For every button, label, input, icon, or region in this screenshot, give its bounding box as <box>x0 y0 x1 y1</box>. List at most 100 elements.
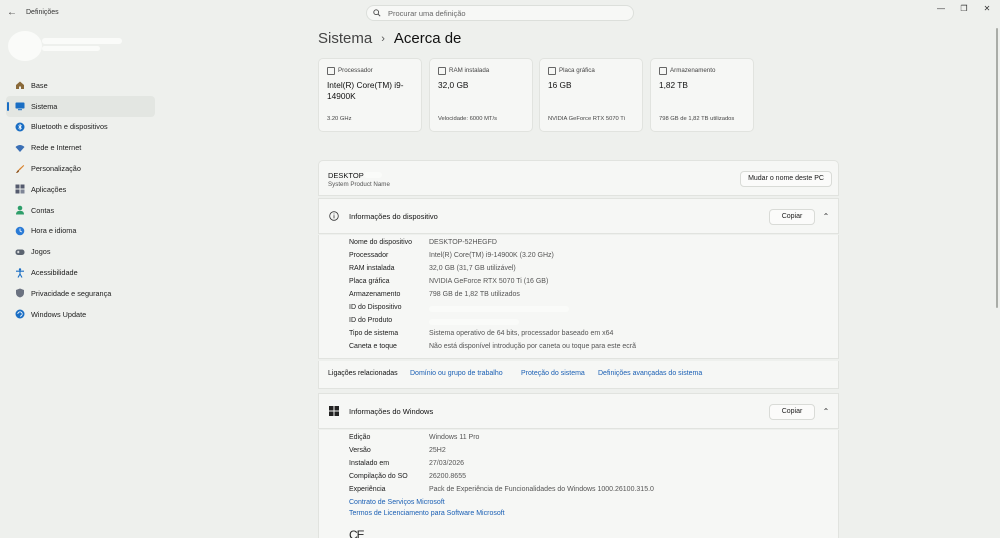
windows-info-title: Informações do Windows <box>349 407 434 416</box>
search-placeholder: Procurar uma definição <box>388 9 466 18</box>
device-info-title: Informações do dispositivo <box>349 212 438 221</box>
device-model: System Product Name <box>328 181 390 188</box>
spec-card-label: Placa gráfica <box>559 67 595 74</box>
spec-card-value: 16 GB <box>548 80 572 90</box>
app-title: Definições <box>26 9 59 16</box>
apps-icon <box>14 184 25 195</box>
person-icon <box>14 205 25 216</box>
sidebar-item-privacidade[interactable]: Privacidade e segurança <box>6 283 155 304</box>
sidebar-item-label: Hora e idioma <box>31 226 77 236</box>
spec-card-sub: 798 GB de 1,82 TB utilizados <box>659 116 735 122</box>
sidebar-item-acessibilidade[interactable]: Acessibilidade <box>6 262 155 283</box>
sidebar-item-personalizacao[interactable]: Personalização <box>6 158 155 179</box>
sidebar-item-label: Jogos <box>31 247 51 257</box>
windows-info-row: Edição Windows 11 Pro <box>349 434 480 441</box>
related-links-bar: Ligações relacionadas Domínio ou grupo d… <box>318 361 839 389</box>
gpu-icon <box>548 67 556 75</box>
title-bar: ← Definições Procurar uma definição — ❐ … <box>0 0 1000 26</box>
windows-info-header[interactable]: Informações do Windows Copiar ⌃ <box>318 393 839 429</box>
shield-icon <box>14 288 25 299</box>
sidebar-item-label: Personalização <box>31 164 81 174</box>
memory-icon <box>438 67 446 75</box>
sidebar-item-hora-idioma[interactable]: Hora e idioma <box>6 221 155 242</box>
sidebar-item-windows-update[interactable]: Windows Update <box>6 304 155 325</box>
device-info-row: Nome do dispositivo DESKTOP-52HEGFD <box>349 239 497 246</box>
gamepad-icon <box>14 246 25 257</box>
rename-pc-button[interactable]: Mudar o nome deste PC <box>740 171 832 187</box>
device-name: DESKTOP <box>328 171 364 180</box>
windows-info-row: Instalado em 27/03/2026 <box>349 460 465 467</box>
sidebar-item-aplicacoes[interactable]: Aplicações <box>6 179 155 200</box>
spec-card-sub: 3.20 GHz <box>327 116 352 122</box>
sidebar-item-rede[interactable]: Rede e Internet <box>6 137 155 158</box>
close-button[interactable]: ✕ <box>980 3 994 15</box>
domain-workgroup-link[interactable]: Domínio ou grupo de trabalho <box>410 370 503 377</box>
chevron-up-icon[interactable]: ⌃ <box>820 211 832 223</box>
storage-icon <box>659 67 667 75</box>
product-id-redacted <box>429 319 519 325</box>
spec-card-processor: Processador Intel(R) Core(TM) i9-14900K … <box>318 58 422 132</box>
sidebar-item-label: Bluetooth e dispositivos <box>31 122 108 132</box>
avatar[interactable] <box>8 31 42 61</box>
spec-card-label: RAM instalada <box>449 67 490 74</box>
device-info-header[interactable]: Informações do dispositivo Copiar ⌃ <box>318 198 839 234</box>
device-info-row: Placa gráfica NVIDIA GeForce RTX 5070 Ti … <box>349 278 549 285</box>
processor-icon <box>327 67 335 75</box>
sidebar-nav: Base Sistema Bluetooth e dispositivos Re… <box>6 75 155 325</box>
system-protection-link[interactable]: Proteção do sistema <box>521 370 585 377</box>
spec-card-gpu: Placa gráfica 16 GB NVIDIA GeForce RTX 5… <box>539 58 643 132</box>
sidebar-item-label: Sistema <box>31 101 58 111</box>
device-info-row: Processador Intel(R) Core(TM) i9-14900K (… <box>349 252 554 259</box>
back-arrow-icon[interactable]: ← <box>6 7 18 19</box>
spec-card-value: Intel(R) Core(TM) i9-14900K <box>327 80 404 101</box>
sidebar-item-jogos[interactable]: Jogos <box>6 241 155 262</box>
sidebar-item-contas[interactable]: Contas <box>6 200 155 221</box>
microsoft-license-terms-link[interactable]: Termos de Licenciamento para Software Mi… <box>349 510 505 517</box>
wifi-icon <box>14 142 25 153</box>
sidebar-item-base[interactable]: Base <box>6 75 155 96</box>
search-input[interactable]: Procurar uma definição <box>366 5 634 21</box>
device-info-row: ID do Produto <box>349 317 393 324</box>
scrollbar-thumb[interactable] <box>996 28 998 308</box>
device-info-row: ID do Dispositivo <box>349 304 402 311</box>
spec-card-storage: Armazenamento 1,82 TB 798 GB de 1,82 TB … <box>650 58 754 132</box>
sidebar-item-label: Contas <box>31 205 55 215</box>
account-name-redacted <box>42 38 122 44</box>
brush-icon <box>14 163 25 174</box>
ce-mark: CE <box>349 528 365 538</box>
chevron-up-icon[interactable]: ⌃ <box>820 406 832 418</box>
account-email-redacted <box>42 46 100 51</box>
sidebar-item-bluetooth[interactable]: Bluetooth e dispositivos <box>6 117 155 138</box>
windows-info-row: Versão 25H2 <box>349 447 446 454</box>
device-name-redacted <box>364 172 382 178</box>
device-info-row: Caneta e toque Não está disponível introd… <box>349 343 637 350</box>
breadcrumb-parent-link[interactable]: Sistema <box>318 30 372 47</box>
minimize-button[interactable]: — <box>934 3 948 15</box>
info-icon <box>329 211 339 221</box>
related-links-label: Ligações relacionadas <box>328 370 398 377</box>
spec-card-sub: Velocidade: 6000 MT/s <box>438 116 497 122</box>
windows-info-row: Compilação do SO 26200.8655 <box>349 473 466 480</box>
spec-card-value: 1,82 TB <box>659 80 688 90</box>
advanced-system-settings-link[interactable]: Definições avançadas do sistema <box>598 370 702 377</box>
spec-card-label: Armazenamento <box>670 67 716 74</box>
sidebar-item-label: Rede e Internet <box>31 143 82 153</box>
device-info-row: Armazenamento 798 GB de 1,82 TB utilizado… <box>349 291 520 298</box>
microsoft-services-agreement-link[interactable]: Contrato de Serviços Microsoft <box>349 499 445 506</box>
spec-card-label: Processador <box>338 67 373 74</box>
windows-info-row: Experiência Pack de Experiência de Funcio… <box>349 486 654 493</box>
sidebar-item-sistema[interactable]: Sistema <box>6 95 155 117</box>
update-icon <box>14 309 25 320</box>
sidebar-item-label: Aplicações <box>31 184 67 194</box>
device-info-row: Tipo de sistema Sistema operativo de 64 b… <box>349 330 614 337</box>
copy-windows-info-button[interactable]: Copiar <box>769 404 815 420</box>
spec-card-value: 32,0 GB <box>438 80 469 90</box>
chevron-right-icon: › <box>381 32 385 45</box>
sidebar-item-label: Windows Update <box>31 309 87 319</box>
sidebar-item-label: Acessibilidade <box>31 268 78 278</box>
globe-clock-icon <box>14 225 25 236</box>
copy-device-info-button[interactable]: Copiar <box>769 209 815 225</box>
bluetooth-icon <box>14 121 25 132</box>
maximize-button[interactable]: ❐ <box>957 3 971 15</box>
accessibility-icon <box>14 267 25 278</box>
